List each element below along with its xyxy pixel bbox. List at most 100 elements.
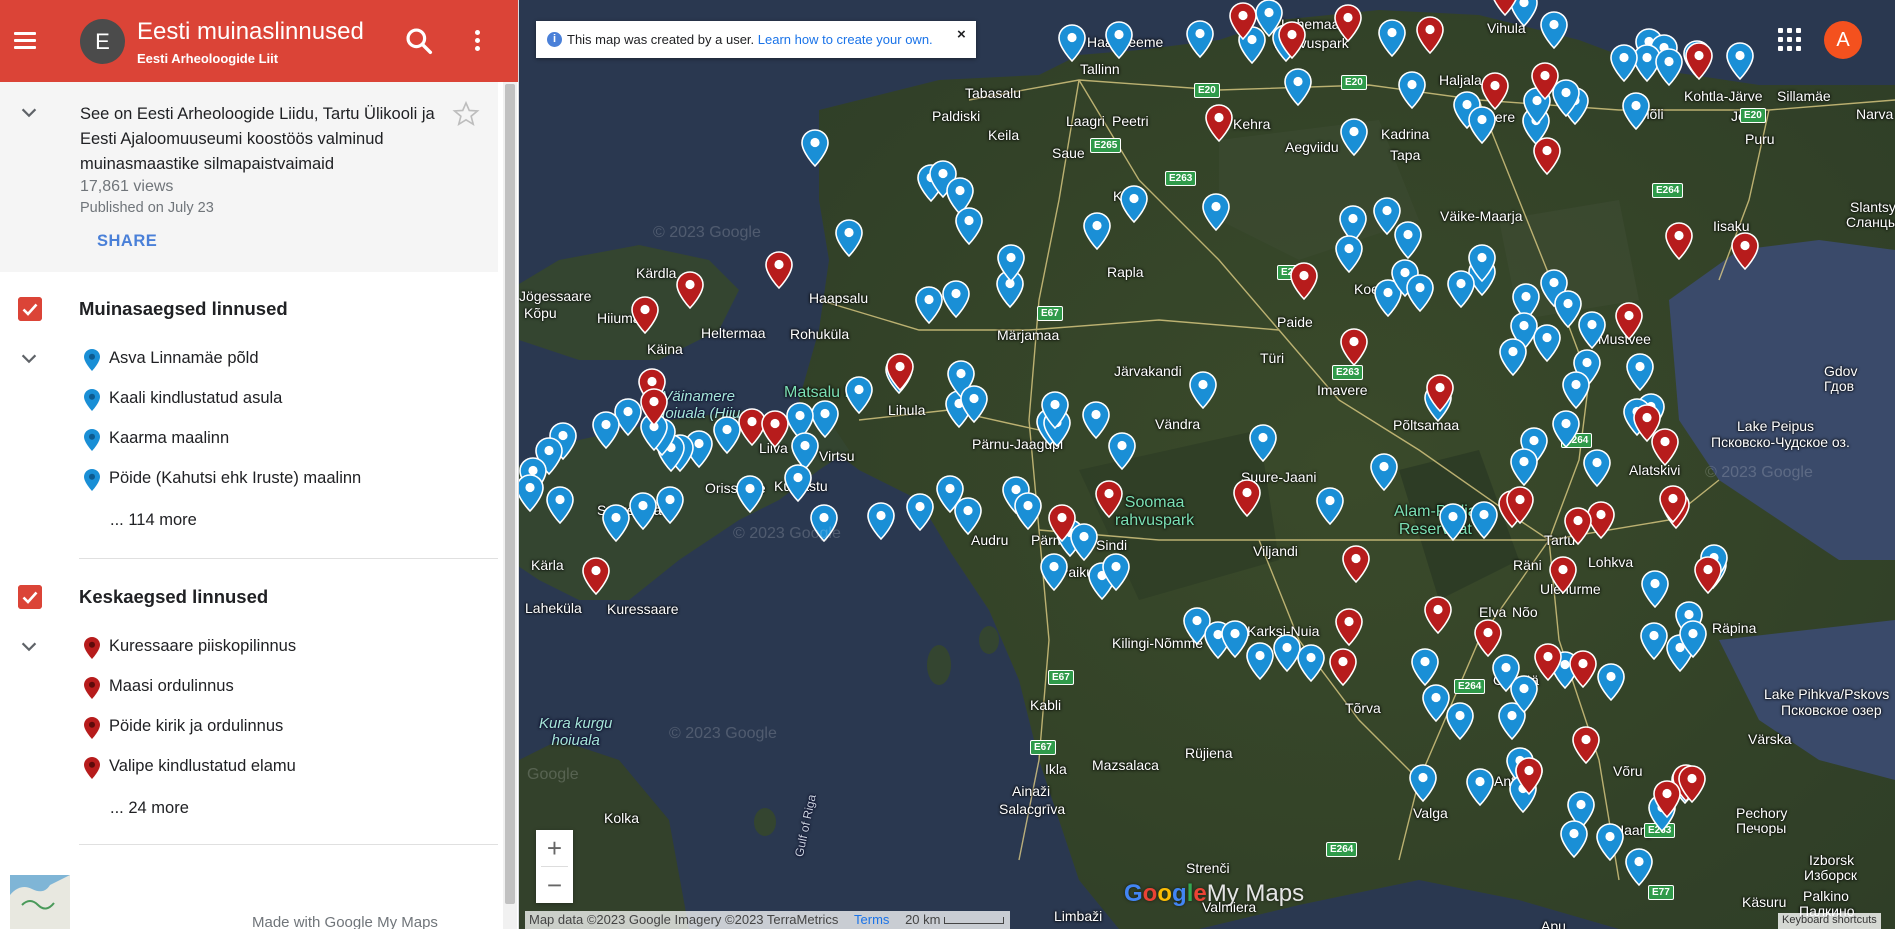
map-pin-ancient-fort[interactable] — [1221, 620, 1249, 659]
map-pin-ancient-fort[interactable] — [1246, 642, 1274, 681]
map-pin-ancient-fort[interactable] — [1679, 620, 1707, 659]
map-pin-ancient-fort[interactable] — [784, 464, 812, 503]
map-pin-ancient-fort[interactable] — [592, 411, 620, 450]
search-icon[interactable] — [403, 25, 435, 57]
map-pin-ancient-fort[interactable] — [1540, 11, 1568, 50]
map-pin-ancient-fort[interactable] — [1083, 212, 1111, 251]
map-pin-medieval-castle[interactable] — [1335, 608, 1363, 647]
map-pin-medieval-castle[interactable] — [1426, 374, 1454, 413]
map-pin-medieval-castle[interactable] — [1694, 556, 1722, 595]
more-items-link[interactable]: ... 114 more — [110, 511, 197, 530]
map-pin-ancient-fort[interactable] — [1406, 274, 1434, 313]
map-pin-ancient-fort[interactable] — [955, 207, 983, 246]
map-pin-ancient-fort[interactable] — [1014, 492, 1042, 531]
map-pin-ancient-fort[interactable] — [1560, 820, 1588, 859]
map-pin-ancient-fort[interactable] — [1105, 21, 1133, 60]
map-pin-ancient-fort[interactable] — [1640, 622, 1668, 661]
map-pin-medieval-castle[interactable] — [1665, 222, 1693, 261]
map-pin-medieval-castle[interactable] — [1205, 104, 1233, 143]
map-pin-medieval-castle[interactable] — [1534, 643, 1562, 682]
map-pin-ancient-fort[interactable] — [1370, 453, 1398, 492]
map-pin-ancient-fort[interactable] — [906, 493, 934, 532]
map-pin-medieval-castle[interactable] — [1515, 757, 1543, 796]
map-pin-ancient-fort[interactable] — [1249, 424, 1277, 463]
map-pin-medieval-castle[interactable] — [1340, 328, 1368, 367]
map-pin-medieval-castle[interactable] — [1506, 486, 1534, 525]
map-pin-ancient-fort[interactable] — [1468, 244, 1496, 283]
layer-checkbox[interactable] — [18, 585, 42, 609]
layer-checkbox[interactable] — [18, 297, 42, 321]
map-pin-ancient-fort[interactable] — [1655, 48, 1683, 87]
map-pin-ancient-fort[interactable] — [1622, 92, 1650, 131]
map-pin-medieval-castle[interactable] — [1549, 556, 1577, 595]
map-pin-ancient-fort[interactable] — [1583, 449, 1611, 488]
map-pin-ancient-fort[interactable] — [1284, 68, 1312, 107]
menu-icon[interactable] — [8, 24, 42, 58]
map-pin-ancient-fort[interactable] — [942, 280, 970, 319]
map-pin-ancient-fort[interactable] — [1492, 654, 1520, 693]
map-pin-ancient-fort[interactable] — [1468, 106, 1496, 145]
zoom-out-button[interactable]: − — [536, 867, 573, 903]
map-pin-medieval-castle[interactable] — [1481, 72, 1509, 111]
map-pin-medieval-castle[interactable] — [1615, 302, 1643, 341]
map-pin-ancient-fort[interactable] — [1411, 648, 1439, 687]
map-pin-ancient-fort[interactable] — [1610, 44, 1638, 83]
star-icon[interactable] — [452, 100, 480, 128]
map-pin-ancient-fort[interactable] — [1409, 764, 1437, 803]
map-pin-medieval-castle[interactable] — [1424, 596, 1452, 635]
map-pin-medieval-castle[interactable] — [1290, 262, 1318, 301]
map-pin-ancient-fort[interactable] — [1041, 391, 1069, 430]
map-pin-ancient-fort[interactable] — [1040, 553, 1068, 592]
map-pin-ancient-fort[interactable] — [1499, 338, 1527, 377]
map-pin-medieval-castle[interactable] — [1491, 0, 1519, 17]
map-pin-ancient-fort[interactable] — [1340, 118, 1368, 157]
map-pin-ancient-fort[interactable] — [954, 497, 982, 536]
map-pin-medieval-castle[interactable] — [1229, 2, 1257, 41]
zoom-in-button[interactable]: + — [536, 830, 573, 866]
map-pin-ancient-fort[interactable] — [1596, 823, 1624, 862]
map-pin-ancient-fort[interactable] — [1378, 19, 1406, 58]
map-owner[interactable]: Eesti Arheoloogide Liit — [137, 51, 278, 66]
map-pin-ancient-fort[interactable] — [1439, 503, 1467, 542]
map-pin-medieval-castle[interactable] — [886, 353, 914, 392]
terms-link[interactable]: Terms — [854, 912, 889, 927]
map-pin-ancient-fort[interactable] — [1394, 221, 1422, 260]
map-pin-medieval-castle[interactable] — [765, 251, 793, 290]
panel-scrollbar[interactable] — [503, 82, 517, 929]
more-vert-icon[interactable] — [464, 25, 492, 57]
map-pin-ancient-fort[interactable] — [1120, 185, 1148, 224]
keyboard-shortcuts-link[interactable]: Keyboard shortcuts — [1778, 913, 1881, 929]
scroll-thumb[interactable] — [505, 84, 515, 904]
map-pin-medieval-castle[interactable] — [1564, 507, 1592, 546]
map-pin-ancient-fort[interactable] — [1335, 235, 1363, 274]
map-pin-ancient-fort[interactable] — [519, 474, 544, 513]
map-pin-medieval-castle[interactable] — [1653, 780, 1681, 819]
map-pin-ancient-fort[interactable] — [1316, 487, 1344, 526]
map-canvas[interactable]: HaabneemeTallinnVihulaLahemaaRahvusparkT… — [519, 0, 1895, 929]
chevron-down-icon[interactable] — [18, 348, 40, 370]
map-pin-ancient-fort[interactable] — [1202, 193, 1230, 232]
map-pin-ancient-fort[interactable] — [1533, 324, 1561, 363]
account-avatar[interactable]: A — [1824, 21, 1862, 59]
map-pin-ancient-fort[interactable] — [1626, 353, 1654, 392]
map-pin-medieval-castle[interactable] — [582, 557, 610, 596]
map-thumbnail[interactable] — [10, 875, 70, 929]
map-pin-medieval-castle[interactable] — [1572, 726, 1600, 765]
map-pin-medieval-castle[interactable] — [1095, 480, 1123, 519]
map-pin-ancient-fort[interactable] — [736, 475, 764, 514]
map-pin-ancient-fort[interactable] — [1597, 663, 1625, 702]
map-pin-ancient-fort[interactable] — [546, 486, 574, 525]
map-pin-medieval-castle[interactable] — [1659, 485, 1687, 524]
map-pin-ancient-fort[interactable] — [1552, 410, 1580, 449]
map-pin-medieval-castle[interactable] — [1651, 428, 1679, 467]
map-pin-ancient-fort[interactable] — [1625, 848, 1653, 887]
scale-label[interactable]: 20 km — [905, 912, 940, 927]
map-pin-ancient-fort[interactable] — [960, 385, 988, 424]
map-pin-ancient-fort[interactable] — [835, 219, 863, 258]
apps-grid-icon[interactable] — [1778, 28, 1802, 52]
close-icon[interactable]: × — [957, 26, 966, 43]
map-pin-medieval-castle[interactable] — [1278, 21, 1306, 60]
map-pin-ancient-fort[interactable] — [1641, 570, 1669, 609]
map-pin-ancient-fort[interactable] — [1470, 501, 1498, 540]
map-pin-ancient-fort[interactable] — [713, 416, 741, 455]
